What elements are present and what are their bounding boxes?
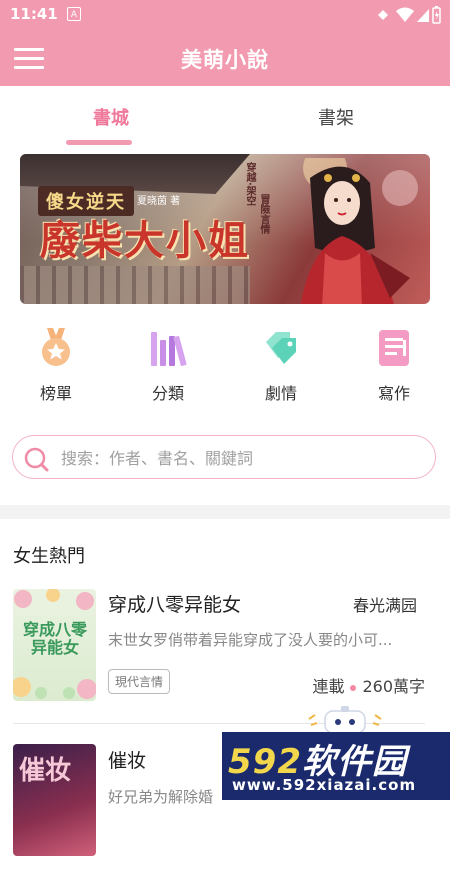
book-status-line: 連載 260萬字 [312, 673, 425, 697]
top-tabs: 書城 書架 [0, 86, 450, 148]
quick-nav-label-category: 分類 [151, 384, 184, 403]
banner-side-text-1: 穿越·架空 [244, 162, 255, 206]
tags-icon [266, 332, 296, 364]
watermark-url: www.592xiazai.com [232, 776, 417, 794]
medal-icon [42, 328, 70, 366]
quick-nav-ranking[interactable]: 榜單 [11, 326, 101, 404]
book-author: 春光满园 [352, 596, 417, 615]
search-input[interactable] [59, 444, 423, 472]
banner-main-title: 廢柴大小姐 [40, 217, 250, 264]
book-cover-title: 穿成八零异能女 [22, 620, 87, 657]
books-icon [151, 332, 187, 367]
quick-nav-plot[interactable]: 劇情 [236, 326, 326, 404]
book-cover: 穿成八零异能女 [13, 589, 96, 701]
book-status: 連載 [312, 677, 345, 696]
battery-icon [432, 6, 441, 24]
wifi-icon [396, 7, 414, 22]
tab-bookstore[interactable]: 書城 [93, 104, 129, 130]
book-title: 催妆 [108, 750, 147, 772]
status-dot-icon [350, 684, 357, 691]
book-genre-tag: 現代言情 [108, 669, 171, 694]
status-time: 11:41 [10, 5, 58, 23]
banner-character-illustration [300, 158, 418, 304]
banner-author: 夏晓茵 著 [137, 196, 181, 207]
promo-banner[interactable]: 傻女逆天 夏晓茵 著 廢柴大小姐 穿越·架空 冒險言情 [20, 154, 430, 304]
quick-nav-category[interactable]: 分類 [123, 326, 213, 404]
status-bar: 11:41 A [0, 0, 450, 30]
banner-side-text-2: 冒險言情 [258, 194, 269, 234]
book-cover-title: 催妆 [19, 756, 72, 786]
notebook-icon [379, 330, 409, 366]
book-cover: 催妆 [13, 744, 96, 856]
tab-bookshelf[interactable]: 書架 [318, 104, 354, 130]
cellular-icon [417, 9, 429, 22]
banner-railing-art [20, 266, 250, 304]
quick-nav-label-plot: 劇情 [264, 384, 297, 403]
watermark-logo: 592软件园 www.592xiazai.com [222, 732, 450, 800]
active-tab-indicator [66, 140, 132, 145]
quick-nav-label-writing: 寫作 [377, 384, 410, 403]
quick-nav: 榜單 分類 劇情 寫作 [0, 326, 450, 406]
book-title: 穿成八零异能女 [108, 594, 242, 616]
app-bar: 美萌小說 [0, 30, 450, 86]
quick-nav-label-ranking: 榜單 [39, 384, 72, 403]
book-description: 末世女罗俏带着异能穿成了没人要的小可... [108, 631, 393, 649]
search-icon [24, 447, 49, 472]
section-divider [0, 505, 450, 519]
section-title-female-hot: 女生熱門 [13, 546, 85, 567]
quick-nav-writing[interactable]: 寫作 [349, 326, 439, 404]
status-icons [378, 6, 441, 24]
notification-a-icon: A [67, 7, 81, 21]
signal-diamond-icon [378, 10, 388, 20]
book-word-count: 260萬字 [362, 677, 425, 696]
search-bar[interactable] [12, 435, 436, 479]
app-title: 美萌小說 [181, 48, 269, 72]
